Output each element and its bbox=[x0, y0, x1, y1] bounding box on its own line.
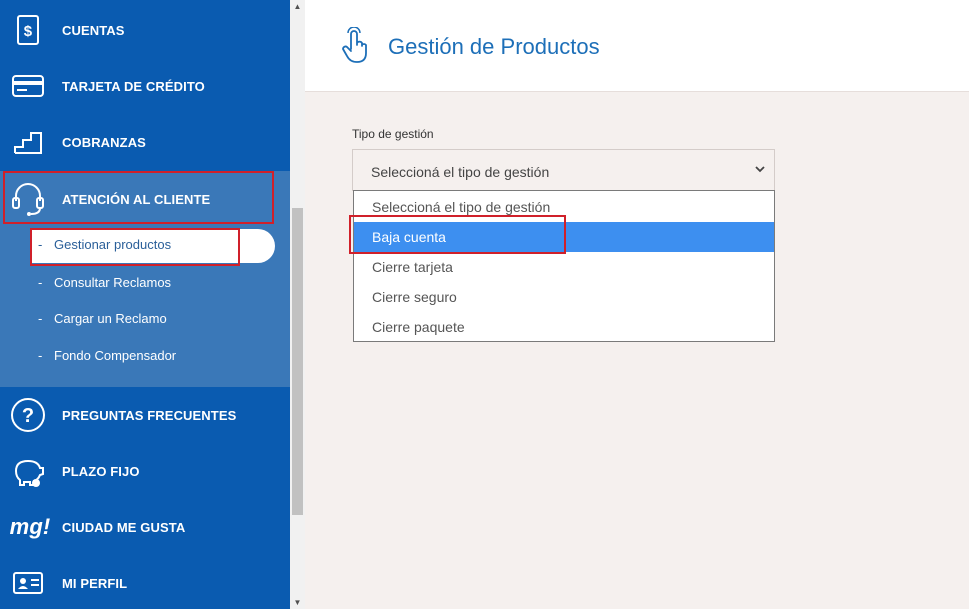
nav-label: PREGUNTAS FRECUENTES bbox=[62, 407, 237, 423]
nav-cobranzas[interactable]: COBRANZAS bbox=[0, 114, 290, 170]
nav-label: PLAZO FIJO bbox=[62, 463, 140, 479]
piggy-bank-icon bbox=[10, 453, 46, 489]
svg-text:$: $ bbox=[24, 23, 33, 40]
nav-tarjeta-credito[interactable]: TARJETA DE CRÉDITO bbox=[0, 58, 290, 114]
sidebar: $ CUENTAS TARJETA DE CRÉDITO COBRANZAS -… bbox=[0, 0, 290, 609]
page-header: Gestión de Productos bbox=[305, 0, 969, 92]
credit-card-icon bbox=[10, 68, 46, 104]
dollar-card-icon: $ bbox=[10, 12, 46, 48]
nav-label: CIUDAD ME GUSTA bbox=[62, 519, 186, 535]
id-card-icon bbox=[10, 565, 46, 601]
submenu-item-consultar-reclamos[interactable]: - Consultar Reclamos bbox=[0, 267, 290, 297]
nav-label: CUENTAS bbox=[62, 22, 125, 38]
hand-pointer-icon bbox=[342, 27, 367, 63]
stairs-icon bbox=[10, 124, 46, 160]
nav-preguntas-frecuentes[interactable]: ? PREGUNTAS FRECUENTES bbox=[0, 387, 290, 443]
option-cierre-tarjeta[interactable]: Cierre tarjeta bbox=[354, 252, 774, 282]
submenu-dash: - bbox=[38, 274, 43, 290]
nav-label: COBRANZAS bbox=[62, 134, 146, 150]
question-icon: ? bbox=[10, 397, 46, 433]
nav-label: TARJETA DE CRÉDITO bbox=[62, 78, 205, 94]
nav-label: MI PERFIL bbox=[62, 575, 128, 591]
submenu-dash: - bbox=[38, 236, 43, 252]
tipo-gestion-select[interactable]: Seleccioná el tipo de gestión bbox=[352, 149, 775, 191]
option-cierre-paquete[interactable]: Cierre paquete bbox=[354, 312, 774, 342]
tipo-gestion-label: Tipo de gestión bbox=[352, 127, 434, 141]
scroll-thumb[interactable] bbox=[292, 208, 303, 515]
option-baja-cuenta[interactable]: Baja cuenta bbox=[354, 222, 774, 252]
nav-atencion-cliente[interactable]: ATENCIÓN AL CLIENTE bbox=[0, 171, 290, 227]
scroll-down-icon[interactable]: ▼ bbox=[290, 596, 305, 608]
submenu-label: Cargar un Reclamo bbox=[54, 310, 167, 326]
nav-cuentas[interactable]: $ CUENTAS bbox=[0, 2, 290, 58]
submenu-label: Fondo Compensador bbox=[54, 347, 177, 363]
submenu-item-cargar-reclamo[interactable]: - Cargar un Reclamo bbox=[0, 303, 290, 333]
nav-plazo-fijo[interactable]: PLAZO FIJO bbox=[0, 443, 290, 499]
submenu-label: Consultar Reclamos bbox=[54, 274, 172, 290]
select-value: Seleccioná el tipo de gestión bbox=[371, 164, 550, 180]
nav-ciudad-me-gusta[interactable]: mg! CIUDAD ME GUSTA bbox=[0, 499, 290, 555]
chevron-down-icon bbox=[755, 166, 765, 173]
scroll-up-icon[interactable]: ▲ bbox=[290, 0, 305, 12]
svg-text:?: ? bbox=[22, 405, 34, 427]
nav-mi-perfil[interactable]: MI PERFIL bbox=[0, 555, 290, 609]
nav-label: ATENCIÓN AL CLIENTE bbox=[62, 191, 211, 207]
page-title: Gestión de Productos bbox=[388, 34, 600, 59]
submenu-dash: - bbox=[38, 347, 43, 363]
submenu-dash: - bbox=[38, 310, 43, 326]
option-seleccione[interactable]: Seleccioná el tipo de gestión bbox=[354, 192, 774, 222]
submenu-item-gestionar-productos[interactable]: - Gestionar productos bbox=[0, 229, 290, 263]
mg-logo: mg! bbox=[9, 514, 51, 539]
headset-icon bbox=[10, 181, 46, 217]
tipo-gestion-dropdown: Seleccioná el tipo de gestión Baja cuent… bbox=[353, 190, 775, 342]
option-cierre-seguro[interactable]: Cierre seguro bbox=[354, 282, 774, 312]
submenu-label: Gestionar productos bbox=[54, 236, 172, 252]
submenu-item-fondo-compensador[interactable]: - Fondo Compensador bbox=[0, 340, 290, 370]
